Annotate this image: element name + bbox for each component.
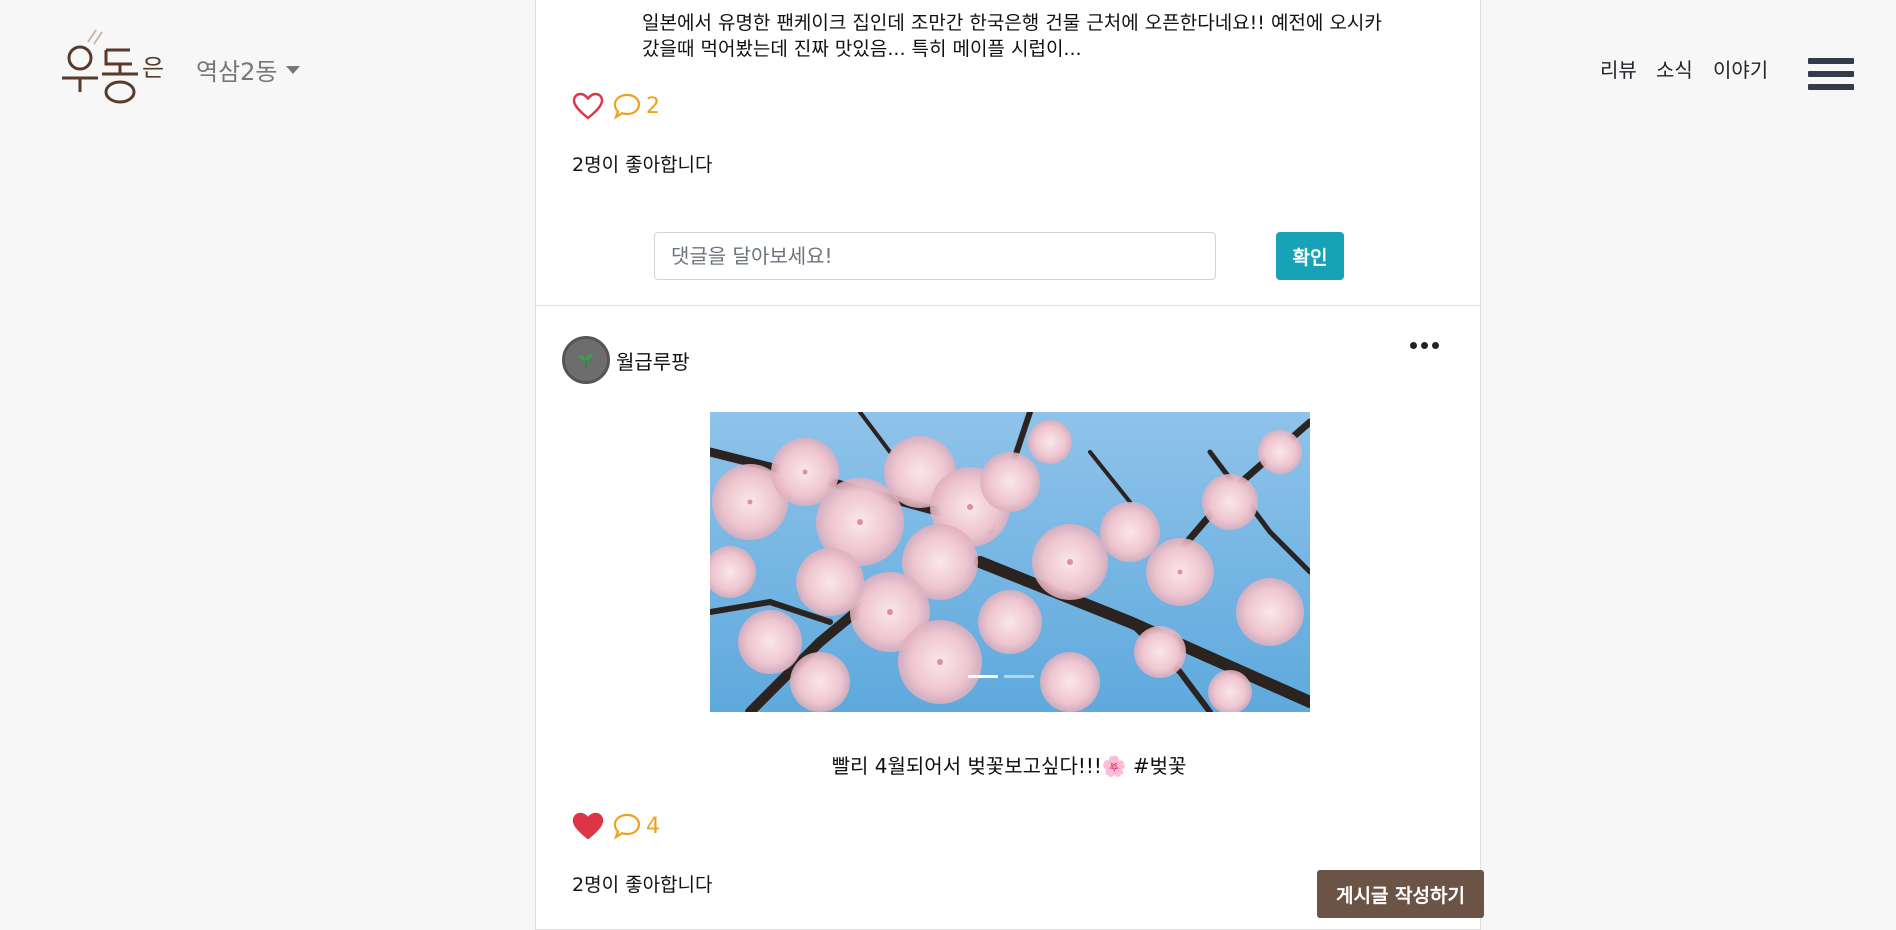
region-label: 역삼2동 (196, 58, 278, 86)
menu-icon[interactable] (1808, 58, 1854, 98)
post-actions: 2 (572, 92, 660, 120)
likes-text: 2명이 좋아합니다 (572, 874, 713, 896)
comment-icon[interactable] (612, 812, 642, 840)
nav-news[interactable]: 소식 (1656, 54, 1693, 83)
author-name: 월급루팡 (616, 349, 690, 374)
comment-icon[interactable] (612, 92, 642, 120)
nav-review[interactable]: 리뷰 (1600, 54, 1637, 83)
caret-down-icon (285, 65, 300, 74)
avatar (562, 336, 610, 384)
comment-count: 4 (646, 813, 660, 839)
likes-text: 2명이 좋아합니다 (572, 154, 713, 176)
write-post-button[interactable]: 게시글 작성하기 (1317, 870, 1484, 918)
logo[interactable]: 은 (58, 28, 170, 110)
caption-text: 빨리 4월되어서 벚꽃보고싶다!!!🌸 (831, 754, 1127, 778)
feed: 일본에서 유명한 팬케이크 집인데 조만간 한국은행 건물 근처에 오픈한다네요… (535, 0, 1483, 930)
post-caption: 빨리 4월되어서 벚꽃보고싶다!!!🌸 #벚꽃 (536, 750, 1482, 779)
comment-input[interactable] (654, 232, 1216, 280)
heart-outline-icon[interactable] (572, 92, 604, 120)
region-selector[interactable]: 역삼2동 (196, 52, 300, 87)
confirm-button[interactable]: 확인 (1276, 232, 1344, 280)
heart-filled-icon[interactable] (572, 812, 604, 840)
carousel-indicator[interactable] (1004, 675, 1034, 678)
nav-story[interactable]: 이야기 (1713, 54, 1768, 83)
cherry-blossom-image (710, 412, 1310, 712)
sprout-icon (579, 354, 593, 368)
comment-count: 2 (646, 93, 660, 119)
carousel-indicator[interactable] (968, 675, 998, 678)
post-image[interactable] (710, 412, 1310, 712)
logo-mark: 은 (62, 29, 164, 104)
hashtag-link[interactable]: #벚꽃 (1133, 754, 1187, 778)
logo-suffix: 은 (142, 54, 164, 82)
carousel-indicators[interactable] (968, 675, 1040, 678)
post-card: 월급루팡 빨리 4월되어서 벚꽃보고싶다!!!🌸 #벚꽃 4 2명이 좋아합니다 (535, 305, 1481, 930)
post-card: 일본에서 유명한 팬케이크 집인데 조만간 한국은행 건물 근처에 오픈한다네요… (535, 0, 1481, 306)
post-text: 일본에서 유명한 팬케이크 집인데 조만간 한국은행 건물 근처에 오픈한다네요… (642, 12, 1382, 60)
post-author[interactable]: 월급루팡 (562, 336, 690, 384)
post-actions: 4 (572, 812, 660, 840)
more-options-icon[interactable] (1410, 342, 1443, 349)
